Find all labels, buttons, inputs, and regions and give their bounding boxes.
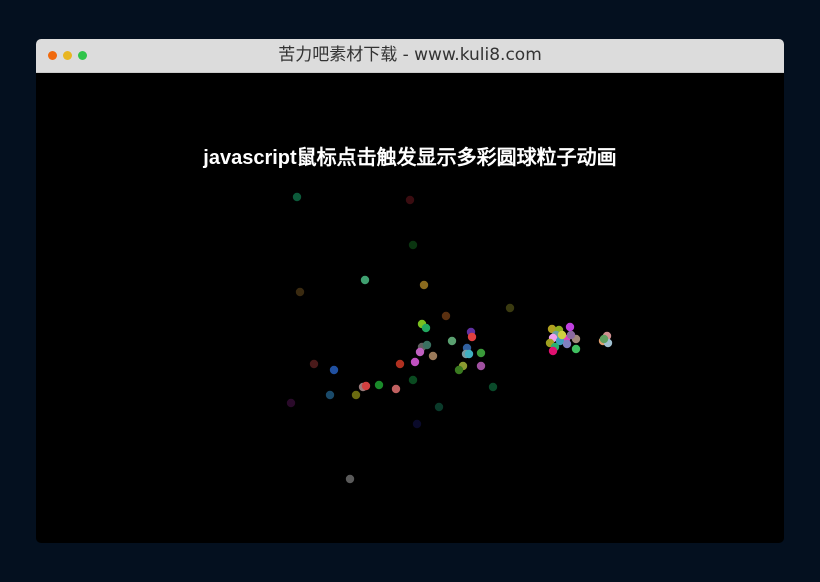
particle-dot [557, 330, 567, 340]
particle-dot [476, 361, 486, 371]
particle-dot [505, 303, 515, 313]
particle-dot [447, 336, 457, 346]
browser-window: 苦力吧素材下载 - www.kuli8.com javascript鼠标点击触发… [36, 39, 784, 543]
particle-dot [428, 351, 438, 361]
particle-dot [395, 359, 405, 369]
title-bar: 苦力吧素材下载 - www.kuli8.com [36, 39, 784, 73]
particle-dot [286, 398, 296, 408]
particle-dot [566, 330, 576, 340]
particle-dot [391, 384, 401, 394]
particle-dot [292, 192, 302, 202]
particle-canvas-area[interactable]: javascript鼠标点击触发显示多彩圆球粒子动画 [36, 73, 784, 543]
particle-dot [408, 240, 418, 250]
particle-dot [295, 287, 305, 297]
particle-dot [325, 390, 335, 400]
particle-dot [467, 332, 477, 342]
particle-dot [408, 375, 418, 385]
particle-dot [360, 275, 370, 285]
particle-dot [329, 365, 339, 375]
particle-dot [415, 347, 425, 357]
particle-dot [548, 346, 558, 356]
window-title: 苦力吧素材下载 - www.kuli8.com [278, 45, 542, 65]
particle-dot [599, 334, 609, 344]
particle-dot [345, 474, 355, 484]
particle-dot [422, 340, 432, 350]
particle-dot [410, 357, 420, 367]
particle-dot [405, 195, 415, 205]
particle-dot [434, 402, 444, 412]
particle-dot [374, 380, 384, 390]
particle-dot [361, 381, 371, 391]
page-heading: javascript鼠标点击触发显示多彩圆球粒子动画 [203, 147, 617, 169]
particle-dot [309, 359, 319, 369]
particle-dot [421, 323, 431, 333]
particle-dot [562, 339, 572, 349]
particle-dot [441, 311, 451, 321]
particle-dot [565, 322, 575, 332]
particle-dot [464, 349, 474, 359]
particle-dot [419, 280, 429, 290]
particle-dot [476, 348, 486, 358]
particle-dot [412, 419, 422, 429]
particle-dot [571, 344, 581, 354]
particle-dot [454, 365, 464, 375]
particle-dot [351, 390, 361, 400]
particle-dot [488, 382, 498, 392]
